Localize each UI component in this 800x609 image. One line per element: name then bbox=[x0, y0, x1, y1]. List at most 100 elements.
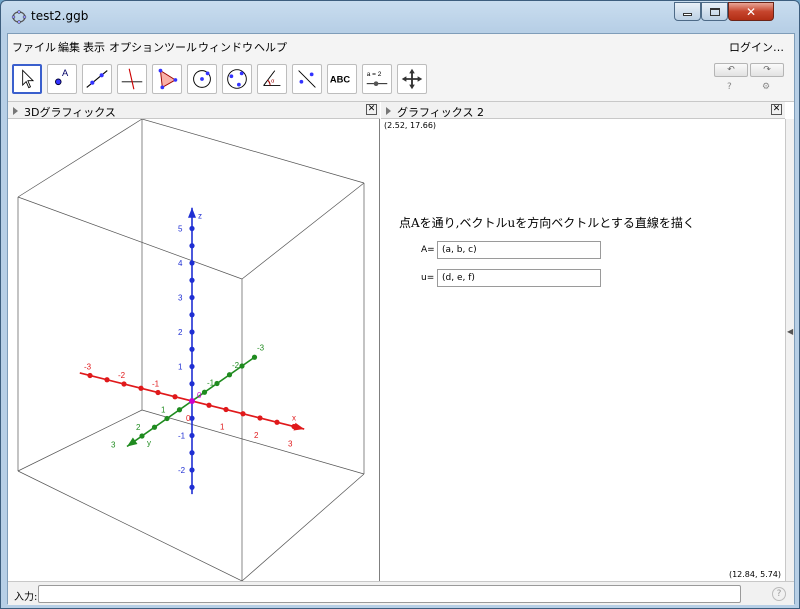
z-tick-label: -2 bbox=[178, 466, 186, 475]
z-axis-tick bbox=[189, 260, 195, 266]
y-axis-tick bbox=[151, 424, 158, 430]
graphics-3d-view[interactable]: 5 4 3 2 1 -1 -2 -3 -2 -1 0 1 2 3 -3 -2 -1 1 2 3 z y x 0 bbox=[8, 118, 380, 582]
view2-header: グラフィックス 2 ✕ bbox=[381, 102, 785, 119]
close-view3d-icon[interactable]: ✕ bbox=[366, 104, 377, 115]
x-tick-label: -2 bbox=[118, 371, 126, 380]
z-tick-label: -1 bbox=[178, 432, 186, 441]
menu-options[interactable]: オプション bbox=[109, 39, 164, 55]
login-link[interactable]: ログイン… bbox=[729, 39, 784, 55]
maximize-button[interactable] bbox=[701, 2, 728, 21]
z-tick-label: 3 bbox=[178, 294, 183, 303]
construction-heading: 点Aを通り,ベクトルuを方向ベクトルとする直線を描く bbox=[399, 216, 695, 230]
top-left-coordinate: (2.52, 17.66) bbox=[384, 121, 437, 130]
menu-tools[interactable]: ツール bbox=[164, 39, 197, 55]
menu-file[interactable]: ファイル bbox=[12, 39, 56, 55]
svg-text:ABC: ABC bbox=[330, 75, 350, 85]
line-tool-icon bbox=[86, 70, 108, 88]
y-axis-tick bbox=[214, 380, 220, 387]
svg-text:a = 2: a = 2 bbox=[367, 71, 382, 78]
app-window: test2.ggb ✕ ファイル 編集 表示 オプション ツール ウィンドウ ヘ… bbox=[0, 0, 800, 609]
geogebra-logo-icon bbox=[11, 10, 27, 24]
svg-text:A: A bbox=[62, 68, 69, 78]
help-icon[interactable]: ? bbox=[727, 82, 732, 92]
origin-label: 0 bbox=[197, 391, 202, 400]
input-a-field[interactable]: (a, b, c) bbox=[437, 241, 601, 259]
undo-button[interactable]: ↶ bbox=[714, 63, 748, 77]
z-axis-tick bbox=[189, 225, 195, 232]
view3d-header: 3Dグラフィックス ✕ bbox=[8, 102, 380, 119]
text-tool-button[interactable]: ABC bbox=[327, 64, 357, 94]
input-u-label: u= bbox=[421, 273, 435, 283]
x-axis-tick bbox=[257, 415, 263, 421]
x-axis-tick bbox=[104, 377, 110, 383]
close-view2-icon[interactable]: ✕ bbox=[771, 104, 782, 115]
minimize-button[interactable] bbox=[674, 2, 701, 21]
z-axis-arrow bbox=[188, 207, 196, 218]
move-view-tool-button[interactable] bbox=[397, 64, 427, 94]
input-u-field[interactable]: (d, e, f) bbox=[437, 269, 601, 287]
svg-text:α: α bbox=[271, 79, 275, 85]
maximize-icon bbox=[709, 7, 720, 16]
z-axis-tick bbox=[189, 294, 195, 301]
y-tick-label: -1 bbox=[207, 379, 215, 388]
collapse-toggle-icon[interactable] bbox=[13, 107, 18, 115]
conic-tool-icon bbox=[227, 69, 247, 89]
toolbar: A α ABC a = 2 ↶ ↷ ? ⚙ bbox=[8, 58, 794, 102]
z-axis-label: z bbox=[198, 212, 202, 221]
x-tick-label: -1 bbox=[152, 380, 160, 389]
z-tick-label: 1 bbox=[178, 363, 183, 372]
z-tick-label: 5 bbox=[178, 225, 183, 234]
point-tool-button[interactable]: A bbox=[47, 64, 77, 94]
circle-tool-icon bbox=[193, 70, 211, 88]
move-tool-button[interactable] bbox=[12, 64, 42, 94]
gear-icon[interactable]: ⚙ bbox=[762, 82, 770, 92]
y-axis-tick bbox=[201, 389, 208, 395]
y-axis-tick bbox=[139, 433, 145, 439]
collapse-toggle-icon[interactable] bbox=[386, 107, 391, 115]
z-axis-tick bbox=[189, 484, 195, 490]
z-axis-tick bbox=[189, 243, 195, 249]
y-tick-label: -2 bbox=[232, 361, 240, 370]
x-axis-tick bbox=[155, 389, 161, 396]
window-title: test2.ggb bbox=[31, 9, 89, 23]
line-tool-button[interactable] bbox=[82, 64, 112, 94]
chevron-left-icon: ◀ bbox=[787, 327, 794, 336]
polygon-tool-button[interactable] bbox=[152, 64, 182, 94]
menu-help[interactable]: ヘルプ bbox=[254, 39, 287, 55]
3d-scene[interactable]: 54321-1-2-3-2-10123-3-2-1123zyx0 bbox=[8, 118, 380, 582]
y-tick-label: -3 bbox=[257, 344, 265, 353]
z-axis-tick bbox=[189, 381, 195, 387]
bottom-right-coordinate: (12.84, 5.74) bbox=[728, 570, 781, 579]
x-axis-label: x bbox=[292, 414, 296, 423]
input-bar-label: 入力: bbox=[14, 592, 38, 603]
view3d-title: 3Dグラフィックス bbox=[24, 106, 116, 119]
y-tick-label: 1 bbox=[161, 406, 166, 415]
minimize-icon bbox=[683, 13, 692, 16]
perpendicular-tool-icon bbox=[121, 68, 143, 90]
x-axis-tick bbox=[138, 385, 144, 391]
command-input[interactable] bbox=[38, 585, 741, 603]
graphics-2-view[interactable]: (2.52, 17.66) 点Aを通り,ベクトルuを方向ベクトルとする直線を描く… bbox=[381, 119, 785, 581]
reflect-tool-button[interactable] bbox=[292, 64, 322, 94]
z-axis-tick bbox=[189, 363, 195, 370]
angle-tool-button[interactable]: α bbox=[257, 64, 287, 94]
redo-button[interactable]: ↷ bbox=[750, 63, 784, 77]
slider-tool-button[interactable]: a = 2 bbox=[362, 64, 392, 94]
z-axis-tick bbox=[189, 312, 195, 318]
x-tick-label: -3 bbox=[84, 363, 92, 372]
title-bar: test2.ggb ✕ bbox=[1, 1, 799, 33]
x-axis-tick bbox=[121, 381, 127, 387]
menu-edit[interactable]: 編集 bbox=[58, 39, 80, 55]
side-panel-toggle[interactable]: ◀ bbox=[785, 119, 794, 581]
close-window-button[interactable]: ✕ bbox=[728, 2, 774, 21]
move-view-tool-icon bbox=[401, 68, 423, 90]
conic-tool-button[interactable] bbox=[222, 64, 252, 94]
menu-view[interactable]: 表示 bbox=[83, 39, 105, 55]
x-axis-tick bbox=[172, 394, 178, 400]
input-bar: 入力: ? bbox=[8, 581, 794, 605]
perpendicular-tool-button[interactable] bbox=[117, 64, 147, 94]
y-axis-tick bbox=[226, 372, 233, 378]
menu-window[interactable]: ウィンドウ bbox=[198, 39, 253, 55]
input-help-icon[interactable]: ? bbox=[772, 587, 786, 601]
circle-tool-button[interactable] bbox=[187, 64, 217, 94]
